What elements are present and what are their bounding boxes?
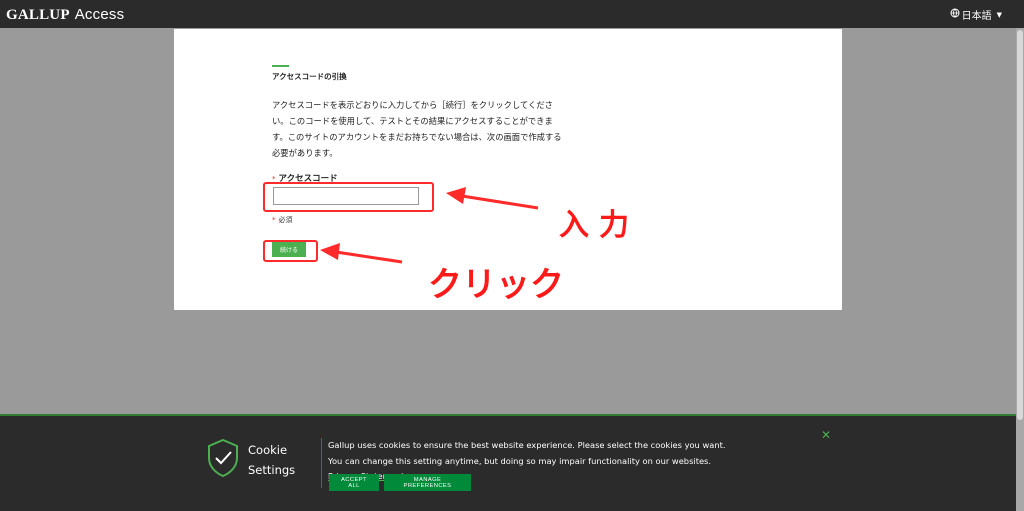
close-icon[interactable]: ✕ xyxy=(821,428,831,442)
cookie-message: Gallup uses cookies to ensure the best w… xyxy=(328,440,726,466)
click-annotation-label: クリック xyxy=(428,265,564,305)
cookie-title: Cookie Settings xyxy=(248,443,296,477)
shield-check-icon xyxy=(206,438,240,482)
arrow-to-input xyxy=(446,187,539,210)
arrow-to-button xyxy=(320,243,403,264)
accept-all-button[interactable]: ACCEPT ALL xyxy=(329,474,379,491)
manage-preferences-button[interactable]: MANAGE PREFERENCES xyxy=(384,474,471,491)
cookie-divider xyxy=(321,438,322,488)
cookie-banner: Cookie Settings Gallup uses cookies to e… xyxy=(0,414,1016,511)
input-annotation-label: 入力 xyxy=(559,208,639,243)
